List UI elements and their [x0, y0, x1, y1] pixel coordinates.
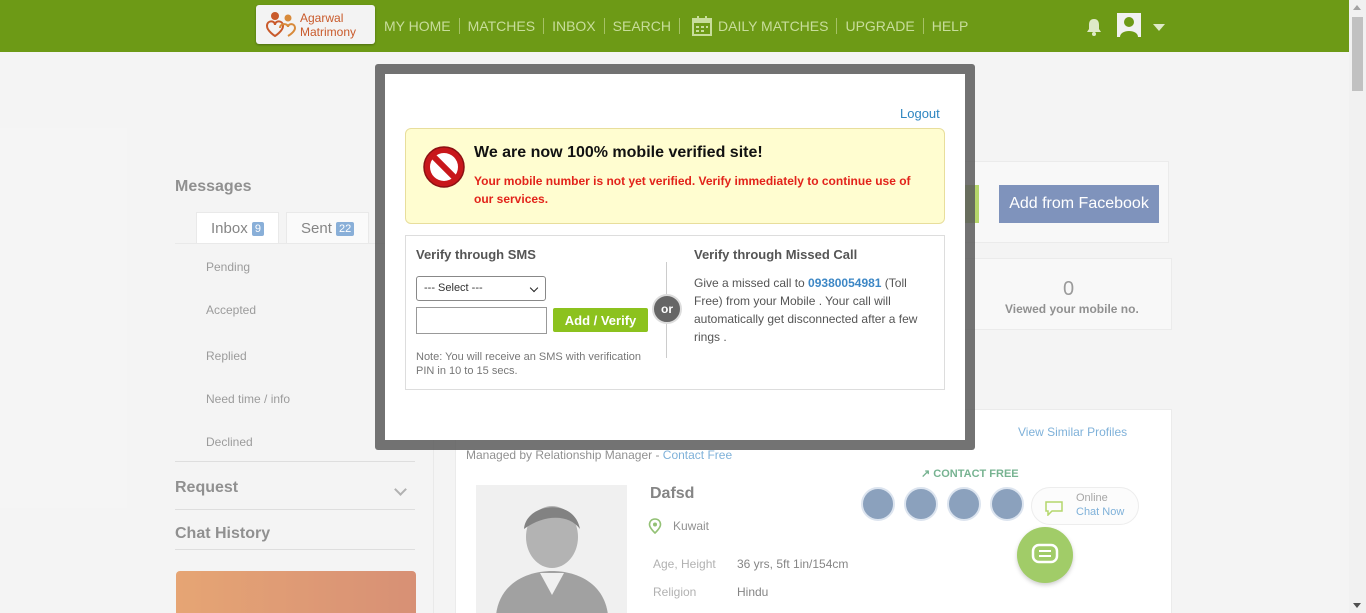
nav-inbox[interactable]: INBOX: [544, 18, 604, 34]
or-badge: or: [652, 294, 682, 324]
main-nav: MY HOME MATCHES INBOX SEARCH DAILY MATCH…: [384, 0, 976, 52]
missed-call-number[interactable]: 09380054981: [808, 276, 881, 290]
alert-message: Your mobile number is not yet verified. …: [474, 174, 911, 206]
logout-link[interactable]: Logout: [900, 106, 940, 121]
avatar[interactable]: [1117, 13, 1141, 37]
scroll-up-arrow-icon[interactable]: [1353, 5, 1361, 10]
nav-matches[interactable]: MATCHES: [460, 18, 543, 34]
scroll-down-arrow-icon[interactable]: [1353, 603, 1361, 608]
country-code-select[interactable]: --- Select ---: [416, 276, 546, 301]
logo-line-1: Agarwal: [300, 11, 344, 25]
account-dropdown-icon[interactable]: [1153, 24, 1165, 31]
missed-prefix: Give a missed call to: [694, 276, 809, 290]
mobile-number-input[interactable]: [416, 307, 547, 334]
select-value: --- Select ---: [424, 282, 483, 294]
sms-note: Note: You will receive an SMS with verif…: [416, 351, 641, 377]
nav-divider: [679, 18, 680, 34]
user-icon: [1120, 17, 1138, 37]
page-scrollbar[interactable]: [1349, 0, 1366, 613]
logo-hearts-icon: [265, 12, 297, 38]
logo-text: Agarwal Matrimony: [300, 11, 356, 39]
notification-bell-icon[interactable]: [1086, 18, 1102, 36]
top-navigation-bar: Agarwal Matrimony MY HOME MATCHES INBOX …: [0, 0, 1349, 52]
sms-verify-title: Verify through SMS: [416, 247, 536, 262]
logo-line-2: Matrimony: [300, 25, 357, 39]
nav-search[interactable]: SEARCH: [605, 18, 679, 34]
calendar-icon[interactable]: [692, 16, 712, 36]
nav-daily-matches[interactable]: DAILY MATCHES: [718, 18, 836, 34]
add-verify-button[interactable]: Add / Verify: [553, 308, 648, 332]
nav-help[interactable]: HELP: [924, 18, 977, 34]
missed-call-instructions: Give a missed call to 09380054981 (Toll …: [694, 274, 919, 346]
no-entry-icon: [423, 146, 465, 188]
scrollbar-thumb[interactable]: [1352, 17, 1363, 91]
logo[interactable]: Agarwal Matrimony: [256, 5, 375, 44]
missed-call-title: Verify through Missed Call: [694, 247, 858, 262]
nav-upgrade[interactable]: UPGRADE: [837, 18, 922, 34]
nav-my-home[interactable]: MY HOME: [384, 18, 459, 34]
alert-title: We are now 100% mobile verified site!: [474, 144, 763, 161]
